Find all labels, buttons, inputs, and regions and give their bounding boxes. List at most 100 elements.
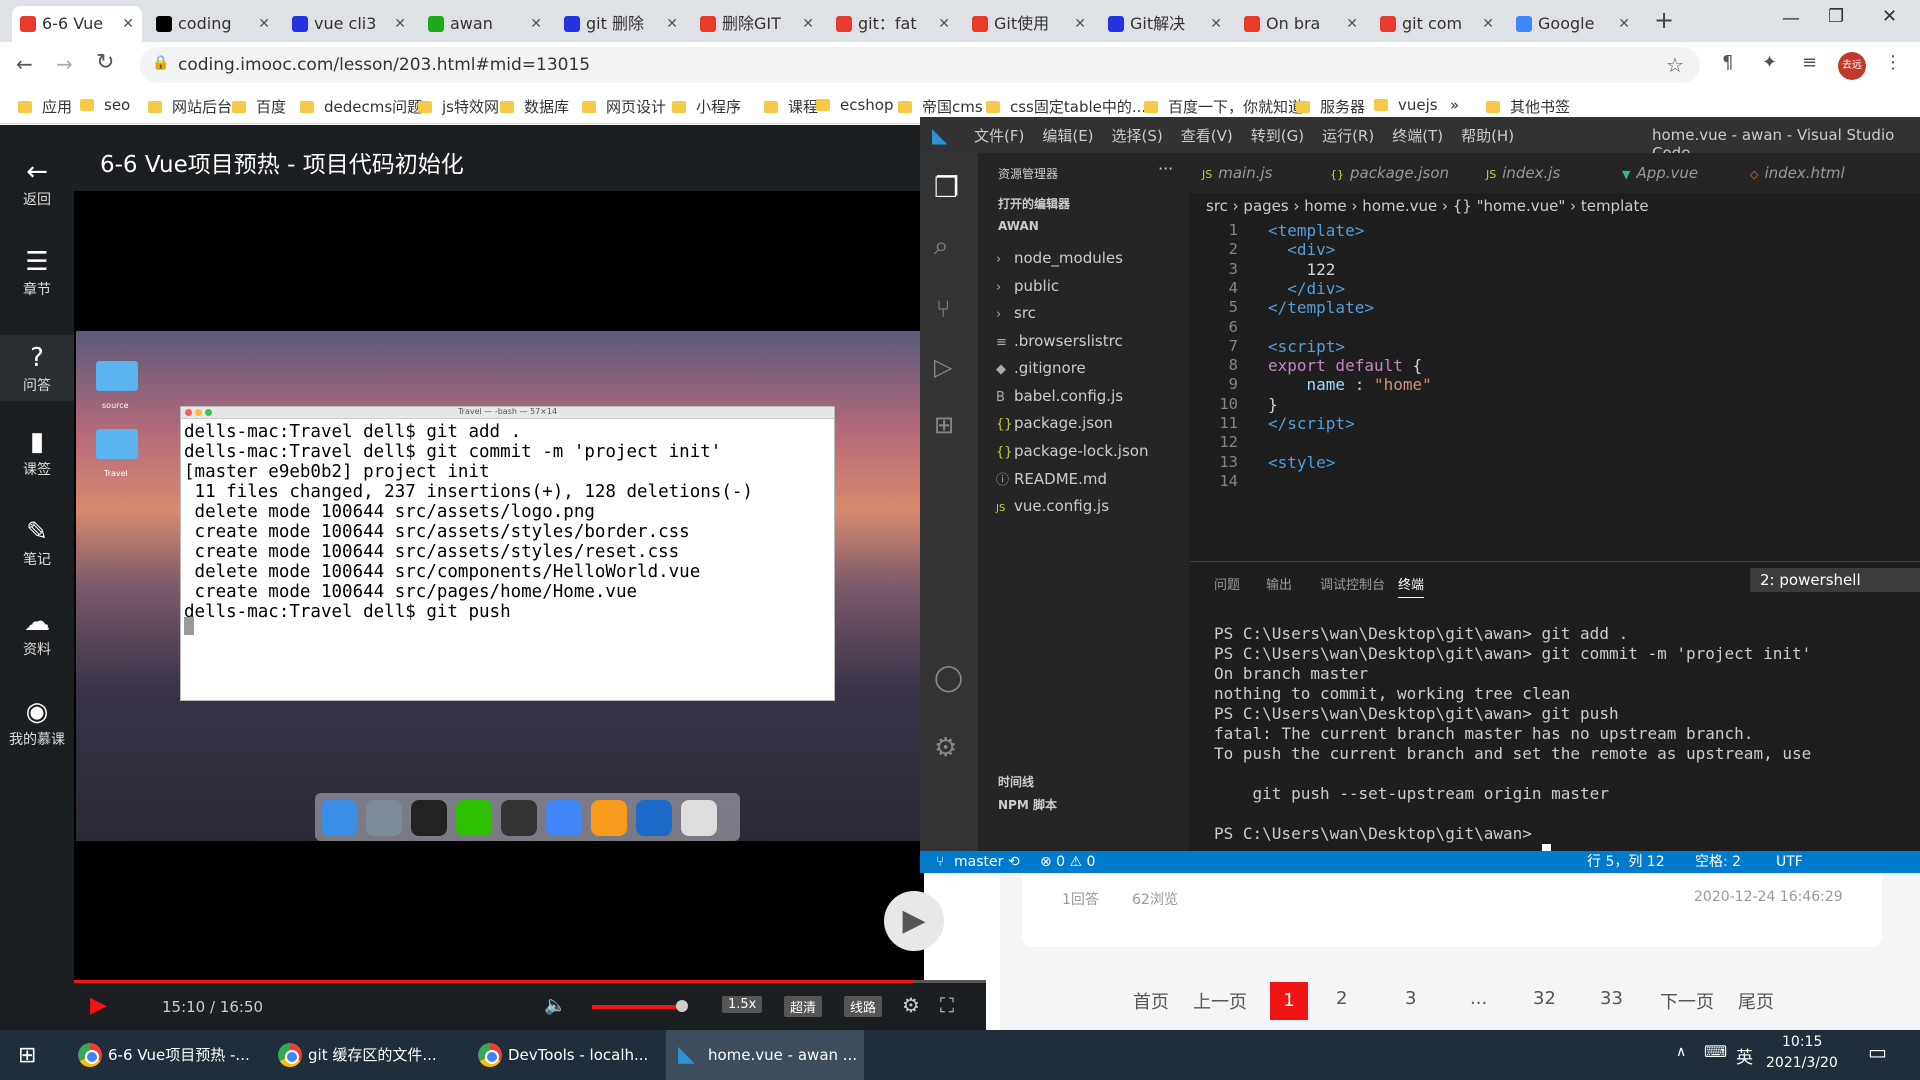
- terminal-select[interactable]: 2: powershell: [1750, 568, 1920, 592]
- explorer-icon[interactable]: ❐: [934, 171, 959, 204]
- manage-gear-icon[interactable]: ⚙: [934, 733, 957, 763]
- bookmark-item[interactable]: 百度一下，你就知道: [1144, 96, 1303, 117]
- reload-icon[interactable]: ↻: [96, 50, 114, 75]
- code-editor[interactable]: JS main.js {} package.json JS index.js ▼ App.vu…: [1190, 153, 1920, 561]
- browser-tab[interactable]: 删除GIT ✕: [692, 6, 822, 42]
- windows-start-icon[interactable]: ⊞: [18, 1043, 36, 1068]
- tab-close-icon[interactable]: ✕: [938, 6, 950, 42]
- bookmark-item[interactable]: css固定table中的...: [986, 96, 1146, 117]
- clock-time[interactable]: 10:15: [1782, 1034, 1822, 1050]
- indent-setting[interactable]: 空格: 2: [1695, 851, 1741, 873]
- file-item[interactable]: ⓘ README.md: [996, 469, 1107, 488]
- bookmark-item[interactable]: 网页设计: [582, 96, 666, 117]
- bookmark-item[interactable]: js特效网: [418, 96, 499, 117]
- file-item[interactable]: › public: [996, 277, 1059, 295]
- volume-slider[interactable]: [592, 1005, 684, 1009]
- close-window-button[interactable]: ✕: [1882, 6, 1897, 27]
- notification-icon[interactable]: ▭: [1868, 1040, 1887, 1064]
- sidebar-item[interactable]: ✎ 笔记: [0, 515, 74, 569]
- panel-tab[interactable]: 终端: [1398, 574, 1425, 598]
- menu-item[interactable]: 文件(F): [974, 127, 1024, 145]
- fullscreen-icon[interactable]: ⛶: [940, 993, 954, 1017]
- sidebar-item[interactable]: ? 问答: [0, 335, 74, 401]
- browser-tab[interactable]: git 删除 ✕: [556, 6, 686, 42]
- tab-close-icon[interactable]: ✕: [1346, 6, 1358, 42]
- page-link[interactable]: 1: [1270, 982, 1308, 1020]
- file-item[interactable]: › src: [996, 304, 1036, 322]
- bookmark-item[interactable]: 服务器: [1296, 96, 1365, 117]
- browser-tab[interactable]: 6-6 Vue ✕: [12, 6, 142, 42]
- sidebar-item[interactable]: ☁ 资料: [0, 605, 74, 659]
- bookmark-item[interactable]: dedecms问题: [300, 96, 422, 117]
- editor-tab[interactable]: ◇ index.html: [1750, 153, 1845, 193]
- file-item[interactable]: {}package.json: [996, 414, 1113, 432]
- page-link[interactable]: 首页: [1133, 988, 1169, 1014]
- back-icon[interactable]: ←: [16, 52, 33, 76]
- menu-item[interactable]: 终端(T): [1392, 127, 1443, 145]
- bookmark-item[interactable]: ecshop: [816, 96, 894, 114]
- file-item[interactable]: Bbabel.config.js: [996, 387, 1123, 405]
- settings-icon[interactable]: ⚙: [902, 993, 920, 1017]
- editor-tab[interactable]: JS main.js: [1202, 153, 1272, 193]
- bookmark-item[interactable]: vuejs: [1374, 96, 1438, 114]
- play-icon[interactable]: ▶: [90, 993, 107, 1018]
- tab-close-icon[interactable]: ✕: [802, 6, 814, 42]
- file-item[interactable]: ◆ .gitignore: [996, 359, 1086, 377]
- sidebar-item[interactable]: ▮ 课签: [0, 425, 74, 479]
- editor-tab[interactable]: ▼ App.vue: [1622, 153, 1698, 193]
- npm-scripts-section[interactable]: NPM 脚本: [998, 796, 1057, 813]
- file-item[interactable]: › node_modules: [996, 249, 1123, 267]
- sidebar-item[interactable]: ◉ 我的慕课: [0, 695, 74, 749]
- menu-item[interactable]: 帮助(H): [1461, 127, 1514, 145]
- tab-close-icon[interactable]: ✕: [530, 6, 542, 42]
- problems-count[interactable]: ⊗ 0 ⚠ 0: [1040, 851, 1095, 873]
- minimize-button[interactable]: —: [1782, 8, 1800, 29]
- maximize-button[interactable]: ❐: [1828, 6, 1844, 27]
- folder-root[interactable]: AWAN: [998, 219, 1039, 233]
- page-link[interactable]: ...: [1470, 988, 1487, 1009]
- sync-icon[interactable]: ⟲: [1008, 851, 1020, 873]
- browser-tab[interactable]: Google ✕: [1508, 6, 1638, 42]
- page-link[interactable]: 3: [1405, 988, 1416, 1009]
- tray-up-icon[interactable]: ∧: [1676, 1044, 1686, 1060]
- panel-tab[interactable]: 输出: [1266, 574, 1292, 593]
- ime-indicator[interactable]: 英: [1736, 1043, 1753, 1068]
- tab-close-icon[interactable]: ✕: [1618, 6, 1630, 42]
- browser-tab[interactable]: vue cli3 ✕: [284, 6, 414, 42]
- tab-close-icon[interactable]: ✕: [394, 6, 406, 42]
- forward-icon[interactable]: →: [56, 52, 73, 76]
- panel-tab[interactable]: 问题: [1214, 574, 1240, 593]
- browser-tab[interactable]: awan ✕: [420, 6, 550, 42]
- sidebar-item[interactable]: ← 返回: [0, 155, 74, 209]
- page-link[interactable]: 33: [1600, 988, 1623, 1009]
- encoding[interactable]: UTF: [1776, 851, 1803, 873]
- more-actions-icon[interactable]: ···: [1158, 159, 1173, 178]
- browser-tab[interactable]: On bra ✕: [1236, 6, 1366, 42]
- tab-close-icon[interactable]: ✕: [1210, 6, 1222, 42]
- taskbar-item[interactable]: 6-6 Vue项目预热 -...: [66, 1030, 264, 1080]
- run-debug-icon[interactable]: ▷: [934, 353, 952, 381]
- play-button[interactable]: ▶: [884, 891, 944, 951]
- tab-close-icon[interactable]: ✕: [122, 6, 134, 42]
- volume-icon[interactable]: 🔈: [544, 995, 566, 1016]
- extensions-icon[interactable]: ⊞: [934, 411, 954, 439]
- clock-date[interactable]: 2021/3/20: [1766, 1055, 1838, 1071]
- cursor-position[interactable]: 行 5，列 12: [1587, 851, 1665, 873]
- browser-tab[interactable]: git：fat ✕: [828, 6, 958, 42]
- taskbar-item[interactable]: git 缓存区的文件...: [266, 1030, 464, 1080]
- tab-close-icon[interactable]: ✕: [1482, 6, 1494, 42]
- quality-button[interactable]: 超清: [784, 996, 823, 1017]
- new-tab-button[interactable]: +: [1654, 6, 1674, 34]
- file-item[interactable]: ≡ .browserslistrc: [996, 332, 1123, 350]
- file-item[interactable]: {}package-lock.json: [996, 442, 1148, 460]
- source-control-icon[interactable]: ⑂: [936, 295, 950, 323]
- taskbar-item[interactable]: DevTools - localh...: [466, 1030, 664, 1080]
- menu-item[interactable]: 编辑(E): [1042, 127, 1093, 145]
- tab-close-icon[interactable]: ✕: [258, 6, 270, 42]
- menu-item[interactable]: 查看(V): [1181, 127, 1233, 145]
- bookmark-item[interactable]: 帝国cms: [898, 96, 983, 117]
- page-link[interactable]: 2: [1336, 988, 1347, 1009]
- taskbar-item[interactable]: ◣ home.vue - awan ...: [666, 1030, 864, 1080]
- menu-item[interactable]: 选择(S): [1112, 127, 1163, 145]
- menu-icon[interactable]: ⋮: [1884, 52, 1902, 73]
